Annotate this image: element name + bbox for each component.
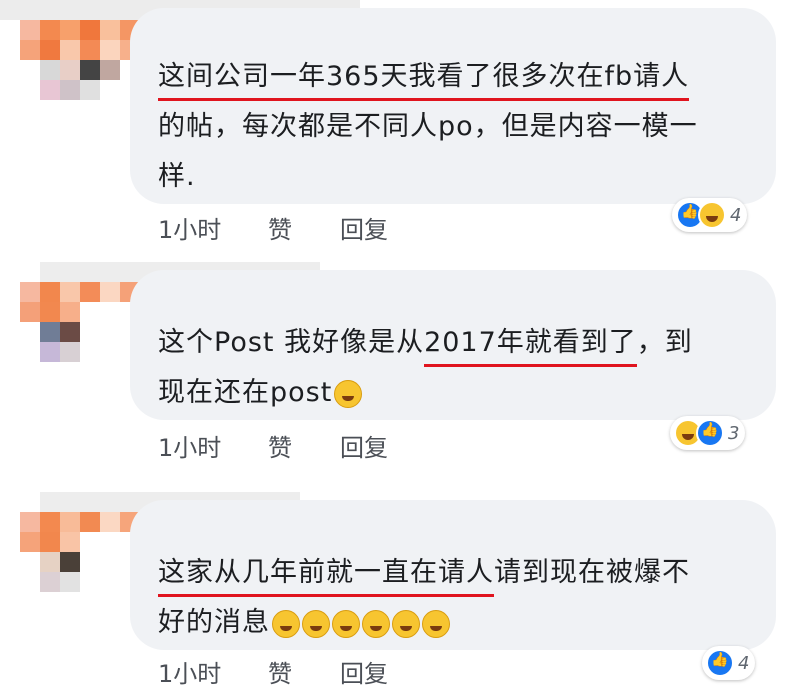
- haha-reaction-icon: [698, 201, 726, 229]
- reaction-summary-2[interactable]: 3: [670, 416, 746, 450]
- hand-over-mouth-emoji-icon: [392, 609, 420, 638]
- comment-text-3: 这家从几年前就一直在请人请到现在被爆不 好的消息: [158, 548, 758, 648]
- reaction-count: 4: [730, 204, 742, 226]
- comment-timestamp[interactable]: 1小时: [158, 428, 221, 463]
- rolling-laughing-emoji-icon: [332, 609, 360, 638]
- like-button[interactable]: 赞: [268, 654, 292, 689]
- reaction-count: 3: [728, 422, 740, 444]
- reply-button[interactable]: 回复: [340, 210, 388, 245]
- comment-timestamp[interactable]: 1小时: [158, 654, 221, 689]
- comment-text-2: 这个Post 我好像是从2017年就看到了，到 现在还在post: [158, 318, 758, 418]
- reaction-summary-1[interactable]: 4: [672, 198, 748, 232]
- laughing-emoji-icon: [272, 609, 300, 638]
- comment-1-line-2: 的帖，每次都是不同人po，但是内容一模一: [158, 111, 698, 142]
- comment-3-line-1: 这家从几年前就一直在请人请到现在被爆不: [158, 548, 758, 598]
- comment-timestamp[interactable]: 1小时: [158, 210, 221, 245]
- comment-2-line-1: 这个Post 我好像是从2017年就看到了，到: [158, 318, 758, 368]
- comment-3-line-2: 好的消息: [158, 598, 758, 648]
- hand-over-mouth-emoji-icon: [362, 609, 390, 638]
- hand-over-mouth-emoji-icon: [422, 609, 450, 638]
- comment-text-1: 这间公司一年365天我看了很多次在fb请人 的帖，每次都是不同人po，但是内容一…: [158, 52, 758, 202]
- comment-1-line-1: 这间公司一年365天我看了很多次在fb请人: [158, 52, 758, 102]
- reply-button[interactable]: 回复: [340, 654, 388, 689]
- like-reaction-icon: [706, 649, 734, 677]
- grinning-squint-emoji-icon: [302, 609, 330, 638]
- comment-1-line-3: 样.: [158, 161, 196, 192]
- reply-button[interactable]: 回复: [340, 428, 388, 463]
- like-button[interactable]: 赞: [268, 210, 292, 245]
- comment-2-line-2: 现在还在post: [158, 368, 758, 418]
- like-reaction-icon: [696, 419, 724, 447]
- reaction-summary-3[interactable]: 4: [702, 646, 756, 680]
- rolling-eyes-emoji-icon: [334, 379, 363, 408]
- reaction-count: 4: [738, 652, 750, 674]
- like-button[interactable]: 赞: [268, 428, 292, 463]
